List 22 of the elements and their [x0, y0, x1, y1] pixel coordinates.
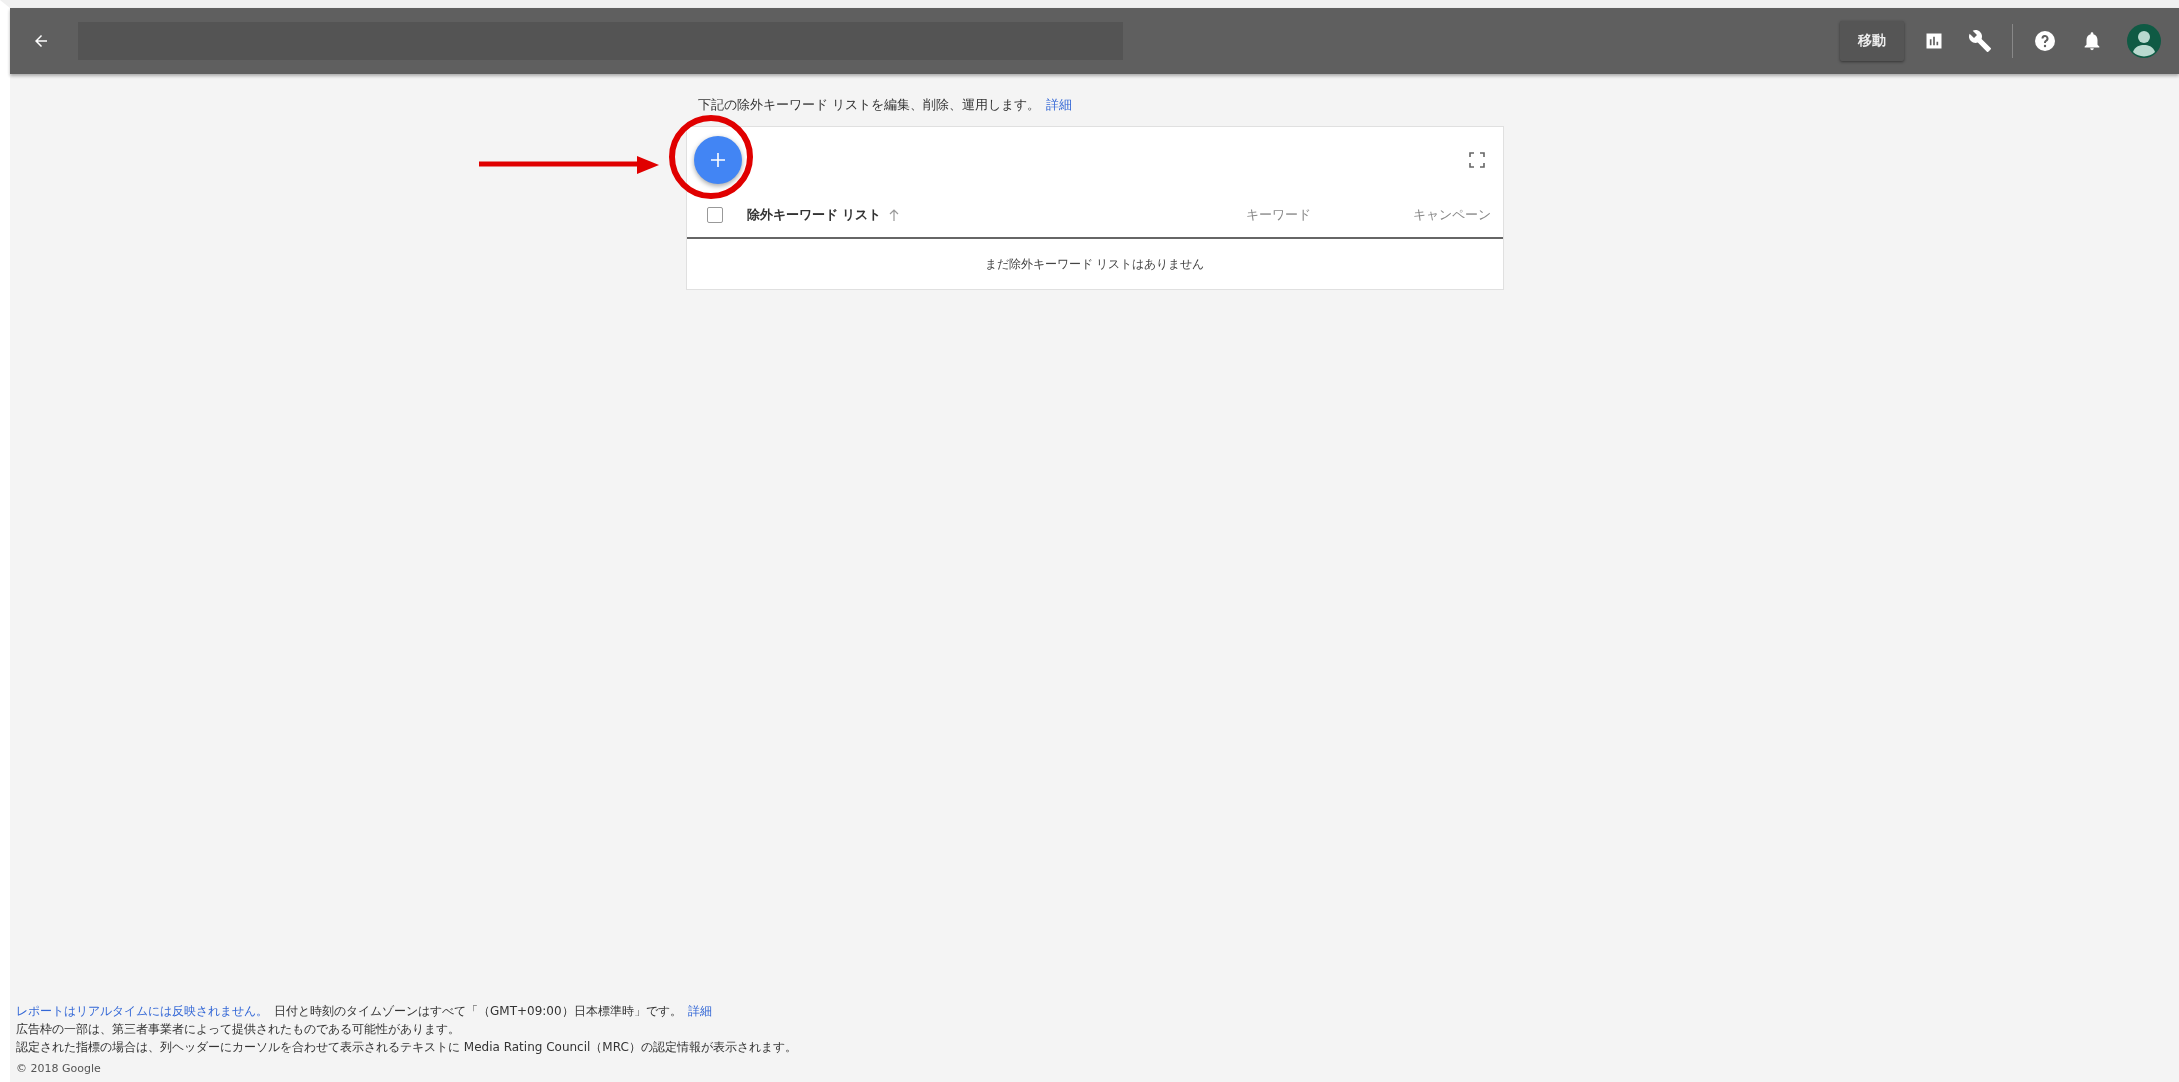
help-icon [2033, 29, 2057, 53]
footer-text: 広告枠の一部は、第三者事業者によって提供されたものである可能性があります。 [16, 1022, 460, 1036]
wrench-icon [1968, 29, 1992, 53]
column-header[interactable]: キーワード [1150, 206, 1311, 224]
avatar-icon [2127, 24, 2161, 58]
copyright: © 2018 Google [16, 1062, 101, 1075]
go-button[interactable]: 移動 [1840, 21, 1904, 61]
footer-text: 日付と時刻のタイムゾーンはすべて「（GMT+09:00）日本標準時」です。 [274, 1004, 682, 1018]
plus-icon [709, 152, 726, 168]
fullscreen-icon [1468, 152, 1485, 168]
realtime-link[interactable]: レポートはリアルタイムには反映されません。 [16, 1004, 268, 1018]
bar-chart-icon [1924, 31, 1944, 51]
column-header[interactable]: 除外キーワード リスト [746, 206, 1151, 224]
column-header[interactable]: キャンペーン [1310, 206, 1491, 224]
footer-text: 認定された指標の場合は、列ヘッダーにカーソルを合わせて表示されるテキストに Media Rating Council（MRC）の認定情報が表示されます。 [16, 1040, 797, 1054]
empty-message: まだ除外キーワード リストはありません [984, 255, 1205, 273]
add-button[interactable] [693, 136, 742, 184]
select-all-checkbox[interactable] [706, 207, 723, 223]
intro-text: 下記の除外キーワード リストを編集、削除、運用します。 [697, 97, 1040, 112]
details-link[interactable]: 詳細 [687, 1004, 712, 1018]
details-link[interactable]: 詳細 [1045, 97, 1072, 112]
sort-arrow-icon [889, 209, 900, 221]
